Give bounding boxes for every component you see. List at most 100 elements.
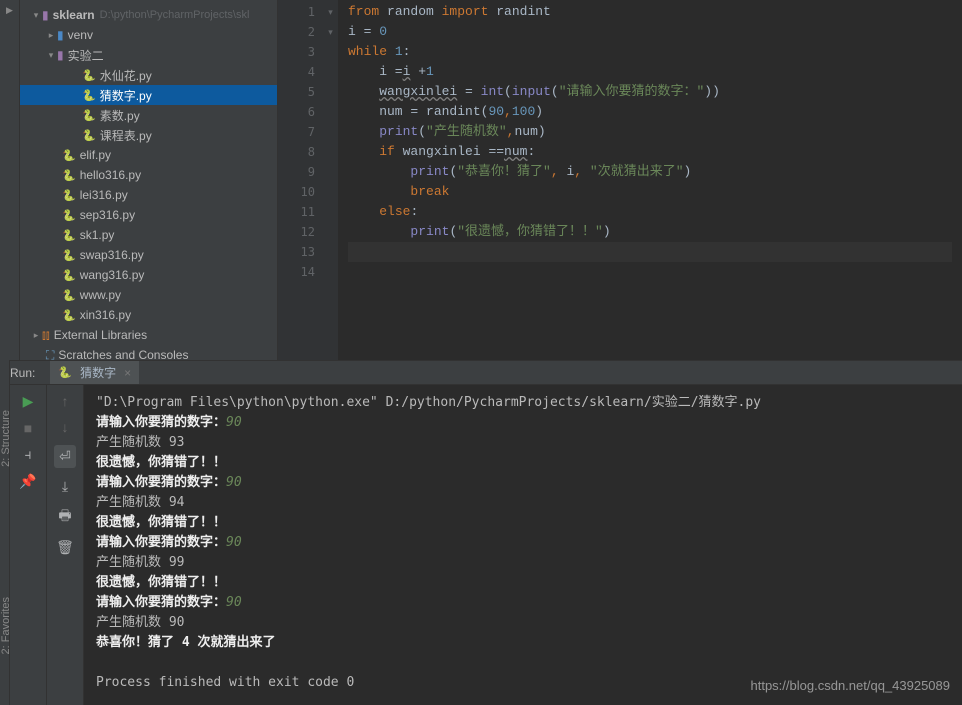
stop-icon[interactable]: ■ <box>24 420 32 436</box>
code-line[interactable]: num = randint(90,100) <box>348 102 952 122</box>
folder-label: venv <box>68 28 93 42</box>
scratches[interactable]: ⛶ Scratches and Consoles <box>20 345 277 360</box>
code-line[interactable]: break <box>348 182 952 202</box>
down-icon[interactable]: ↓ <box>62 419 69 435</box>
file-label: xin316.py <box>80 308 131 322</box>
console-line <box>96 653 950 673</box>
expand-icon[interactable]: ▾ <box>30 10 42 21</box>
scratches-icon: ⛶ <box>46 348 54 361</box>
python-icon: 🐍 <box>82 89 96 102</box>
fold-column: ▾▾ <box>323 0 338 360</box>
py-file[interactable]: 🐍 wang316.py <box>20 265 277 285</box>
left-edge-bar: 2: Structure 2: Favorites <box>0 360 10 705</box>
python-icon: 🐍 <box>62 249 76 262</box>
left-tool-bar: ▶ <box>0 0 20 360</box>
print-icon[interactable]: 🖶 <box>58 505 71 529</box>
py-file[interactable]: 🐍sep316.py <box>20 205 277 225</box>
py-file[interactable]: 🐍swap316.py <box>20 245 277 265</box>
code-line[interactable]: print("很遗憾，你猜错了！！") <box>348 222 952 242</box>
py-file[interactable]: 🐍sk1.py <box>20 225 277 245</box>
scroll-icon[interactable]: ⤓ <box>62 478 68 495</box>
python-icon: 🐍 <box>82 129 96 142</box>
scratches-label: Scratches and Consoles <box>58 348 188 360</box>
code-line[interactable] <box>348 242 952 262</box>
expand-icon[interactable]: ▾ <box>45 50 57 61</box>
file-label: wang316.py <box>80 268 145 282</box>
code-line[interactable]: wangxinlei = int(input("请输入你要猜的数字：")) <box>348 82 952 102</box>
file-label: 水仙花.py <box>100 67 152 84</box>
code-editor: 1234567891011121314 ▾▾ from random impor… <box>278 0 962 360</box>
layout-icon[interactable]: ⫞ <box>25 446 32 463</box>
code-line[interactable]: else: <box>348 202 952 222</box>
code-line[interactable]: print("产生随机数",num) <box>348 122 952 142</box>
folder-icon: ▮ <box>42 8 49 22</box>
python-icon: 🐍 <box>62 289 76 302</box>
py-file[interactable]: 🐍素数.py <box>20 105 277 125</box>
console-line: 产生随机数 90 <box>96 613 950 633</box>
project-sidebar: ▾ ▮ sklearn D:\python\PycharmProjects\sk… <box>20 0 278 360</box>
run-label: Run: <box>10 366 35 380</box>
structure-tab[interactable]: 2: Structure <box>0 410 12 467</box>
console-line: "D:\Program Files\python\python.exe" D:/… <box>96 393 950 413</box>
wrap-icon[interactable]: ⏎ <box>54 445 76 468</box>
console-line: 恭喜你！猜了 4 次就猜出来了 <box>96 633 950 653</box>
py-file[interactable]: 🐍课程表.py <box>20 125 277 145</box>
file-label: hello316.py <box>80 168 141 182</box>
code-content[interactable]: from random import randinti = 0while 1: … <box>338 0 962 360</box>
ext-lib-label: External Libraries <box>54 328 147 342</box>
console-area: ▶ ■ ⫞ 📌 ↑ ↓ ⏎ ⤓ 🖶 🗑 "D:\Program Files\py… <box>0 385 962 705</box>
code-line[interactable]: from random import randint <box>348 2 952 22</box>
file-label: elif.py <box>80 148 111 162</box>
project-path: D:\python\PycharmProjects\skl <box>100 9 250 21</box>
venv-folder[interactable]: ▸ ▮ venv <box>20 25 277 45</box>
console-line: 请输入你要猜的数字：90 <box>96 413 950 433</box>
file-label: lei316.py <box>80 188 128 202</box>
py-file[interactable]: 🐍水仙花.py <box>20 65 277 85</box>
code-line[interactable]: if wangxinlei ==num: <box>348 142 952 162</box>
library-icon: ⫾⫾ <box>42 328 50 343</box>
expand-icon[interactable]: ▸ <box>30 330 42 341</box>
code-line[interactable]: i =i +1 <box>348 62 952 82</box>
run-tab-name: 猜数字 <box>80 364 116 381</box>
project-root[interactable]: ▾ ▮ sklearn D:\python\PycharmProjects\sk… <box>20 5 277 25</box>
python-icon: 🐍 <box>62 169 76 182</box>
py-file[interactable]: 🐍www.py <box>20 285 277 305</box>
py-file[interactable]: 🐍 xin316.py <box>20 305 277 325</box>
favorites-tab[interactable]: 2: Favorites <box>0 597 12 654</box>
file-label: 猜数字.py <box>100 87 152 104</box>
console-line: 产生随机数 93 <box>96 433 950 453</box>
project-name: sklearn <box>53 8 95 22</box>
exp-folder[interactable]: ▾ ▮ 实验二 <box>20 45 277 65</box>
code-line[interactable] <box>348 262 952 282</box>
code-line[interactable]: i = 0 <box>348 22 952 42</box>
expand-icon[interactable]: ▸ <box>45 30 57 41</box>
run-tab[interactable]: 🐍 猜数字 × <box>50 361 139 384</box>
project-tree: ▾ ▮ sklearn D:\python\PycharmProjects\sk… <box>20 0 277 360</box>
python-icon: 🐍 <box>62 189 76 202</box>
python-icon: 🐍 <box>82 109 96 122</box>
run-toolbar: Run: 🐍 猜数字 × <box>0 360 962 385</box>
watermark: https://blog.csdn.net/qq_43925089 <box>751 678 951 693</box>
py-file[interactable]: 🐍 lei316.py <box>20 185 277 205</box>
python-icon: 🐍 <box>62 309 76 322</box>
py-file[interactable]: 🐍 猜数字.py <box>20 85 277 105</box>
up-icon[interactable]: ↑ <box>62 393 69 409</box>
console-line: 请输入你要猜的数字：90 <box>96 473 950 493</box>
code-line[interactable]: print("恭喜你！猜了", i, "次就猜出来了") <box>348 162 952 182</box>
rerun-icon[interactable]: ▶ <box>23 393 34 410</box>
close-icon[interactable]: × <box>124 366 131 380</box>
folder-icon: ▮ <box>57 28 64 42</box>
trash-icon[interactable]: 🗑 <box>56 539 74 556</box>
python-icon: 🐍 <box>62 269 76 282</box>
pin-icon[interactable]: 📌 <box>19 473 36 490</box>
console-line: 产生随机数 94 <box>96 493 950 513</box>
console-line: 请输入你要猜的数字：90 <box>96 533 950 553</box>
code-line[interactable]: while 1: <box>348 42 952 62</box>
file-label: sk1.py <box>80 228 115 242</box>
python-icon: 🐍 <box>62 149 76 162</box>
console-output[interactable]: "D:\Program Files\python\python.exe" D:/… <box>84 385 962 705</box>
py-file[interactable]: 🐍 hello316.py <box>20 165 277 185</box>
py-file[interactable]: 🐍 elif.py <box>20 145 277 165</box>
console-toolbar-left: ▶ ■ ⫞ 📌 <box>10 385 47 705</box>
external-libraries[interactable]: ▸ ⫾⫾ External Libraries <box>20 325 277 345</box>
